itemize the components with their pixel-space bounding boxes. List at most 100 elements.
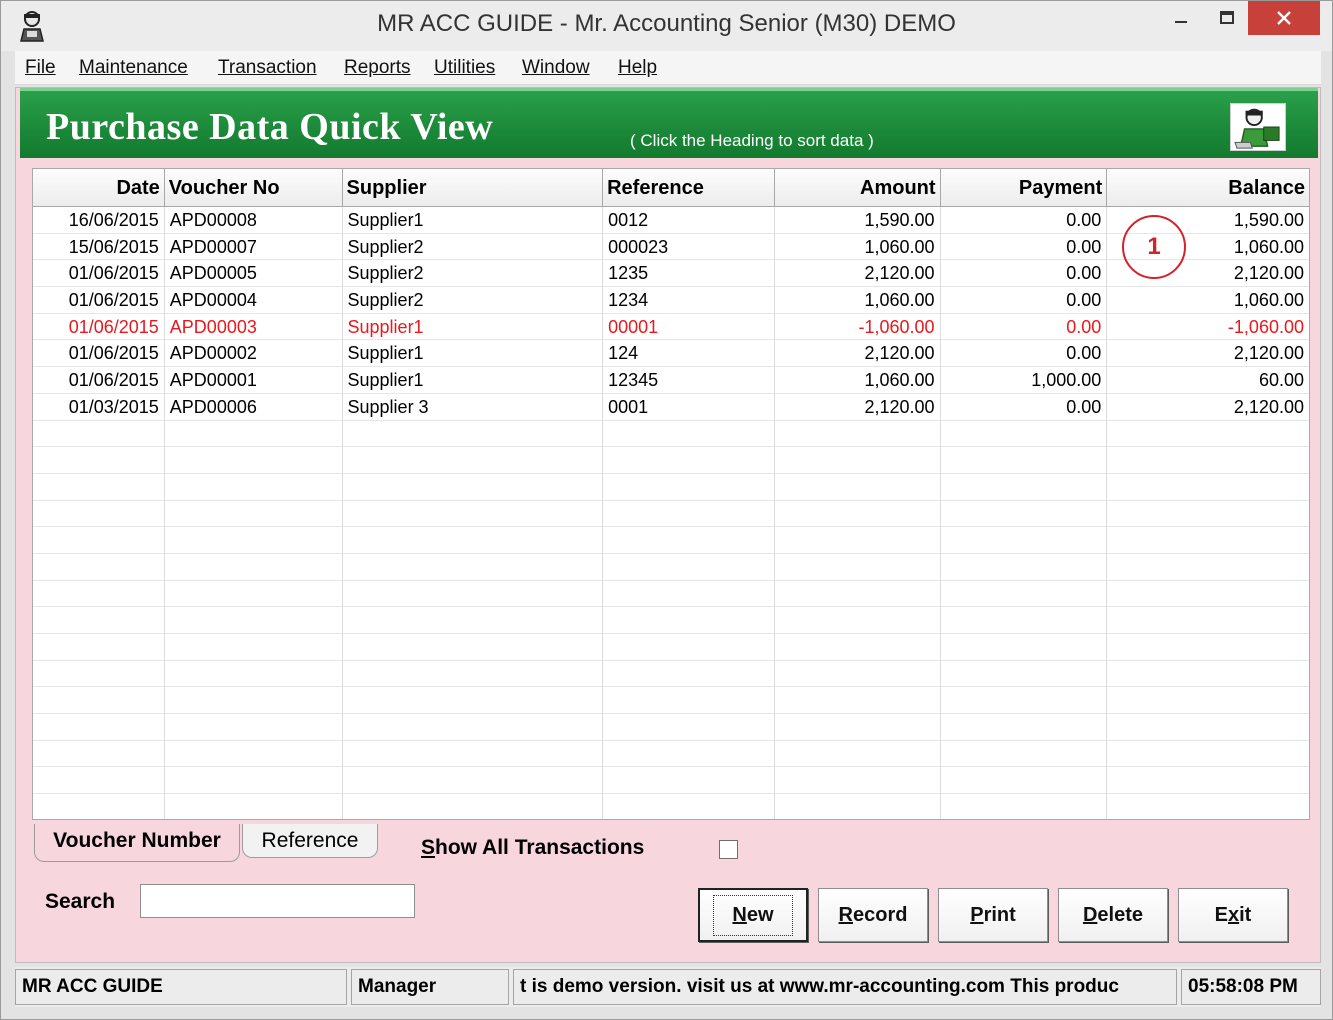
purchase-data-grid: Date Voucher No Supplier Reference Amoun… xyxy=(32,168,1310,820)
empty-cell xyxy=(940,660,1108,688)
new-button[interactable]: New xyxy=(698,888,808,942)
header-supplier[interactable]: Supplier xyxy=(342,169,604,207)
empty-cell xyxy=(603,714,775,741)
header-balance[interactable]: Balance xyxy=(1107,169,1309,207)
empty-cell xyxy=(940,767,1108,795)
tab-voucher-number[interactable]: Voucher Number xyxy=(34,824,240,862)
header-voucher-no[interactable]: Voucher No xyxy=(164,169,343,207)
empty-cell xyxy=(1107,634,1309,661)
exit-text-end: it xyxy=(1239,903,1252,926)
empty-table-row xyxy=(33,660,1309,688)
empty-cell xyxy=(1107,447,1309,474)
cell-date: 01/06/2015 xyxy=(33,313,165,341)
table-row[interactable]: 01/06/2015 APD00005 Supplier2 1235 2,120.00 0… xyxy=(33,260,1309,288)
cell-amount: 2,120.00 xyxy=(774,260,941,288)
cell-reference: 124 xyxy=(603,340,775,368)
empty-cell xyxy=(1107,714,1309,741)
empty-cell xyxy=(603,687,775,715)
record-button[interactable]: Record xyxy=(818,888,928,942)
page-title: Purchase Data Quick View xyxy=(46,106,494,148)
cell-balance: -1,060.00 xyxy=(1107,314,1309,341)
empty-cell xyxy=(603,447,775,474)
table-row[interactable]: 01/06/2015 APD00002 Supplier1 124 2,120.00 0.… xyxy=(33,340,1309,368)
empty-cell xyxy=(342,580,604,608)
menu-help-label: Help xyxy=(618,57,658,78)
empty-cell xyxy=(342,473,604,501)
empty-cell xyxy=(603,500,775,528)
empty-cell xyxy=(33,794,165,819)
empty-cell xyxy=(1107,501,1309,528)
empty-cell xyxy=(603,580,775,608)
menu-utilities-label: Utilities xyxy=(434,57,496,78)
cell-amount: 2,120.00 xyxy=(774,393,941,421)
callout-marker: 1 xyxy=(1122,215,1186,279)
empty-cell xyxy=(1107,421,1309,448)
empty-table-row xyxy=(33,553,1309,581)
table-row[interactable]: 01/06/2015 APD00003 Supplier1 00001 -1,060.0… xyxy=(33,313,1309,341)
empty-cell xyxy=(1107,581,1309,608)
search-input[interactable] xyxy=(140,884,415,918)
empty-cell xyxy=(342,740,604,768)
accountant-logo-icon xyxy=(1230,103,1286,151)
show-all-text: how All Transactions xyxy=(435,836,645,859)
status-bar: MR ACC GUIDE Manager t is demo version. … xyxy=(15,967,1321,1007)
maximize-button[interactable] xyxy=(1204,1,1250,35)
empty-cell xyxy=(164,714,343,741)
empty-table-row xyxy=(33,767,1309,795)
empty-cell xyxy=(940,580,1108,608)
menu-window[interactable]: Window xyxy=(522,57,590,79)
cell-reference: 00001 xyxy=(603,313,775,341)
minimize-button[interactable] xyxy=(1158,1,1204,35)
menu-help[interactable]: Help xyxy=(618,57,657,79)
cell-voucher: APD00003 xyxy=(164,313,343,341)
empty-cell xyxy=(940,634,1108,661)
table-row[interactable]: 01/06/2015 APD00001 Supplier1 12345 1,060.00… xyxy=(33,367,1309,394)
empty-cell xyxy=(33,634,165,661)
print-button[interactable]: Print xyxy=(938,888,1048,942)
empty-table-row xyxy=(33,447,1309,474)
cell-amount: 2,120.00 xyxy=(774,340,941,368)
menu-reports[interactable]: Reports xyxy=(344,57,411,79)
table-row[interactable]: 01/06/2015 APD00004 Supplier2 1234 1,060.00 0… xyxy=(33,287,1309,314)
delete-mnemonic: D xyxy=(1082,903,1098,926)
empty-cell xyxy=(774,607,941,634)
menu-transaction[interactable]: Transaction xyxy=(218,57,317,79)
cell-voucher: APD00002 xyxy=(164,340,343,368)
print-mnemonic: P xyxy=(970,903,984,926)
menu-transaction-label: Transaction xyxy=(218,57,317,78)
header-date[interactable]: Date xyxy=(33,169,165,207)
empty-cell xyxy=(940,607,1108,634)
cell-supplier: Supplier1 xyxy=(342,340,604,368)
empty-cell xyxy=(342,420,604,448)
cell-date: 01/06/2015 xyxy=(33,367,165,394)
exit-button[interactable]: Ex it xyxy=(1178,888,1288,942)
close-button[interactable] xyxy=(1248,1,1320,35)
empty-cell xyxy=(33,420,165,448)
empty-cell xyxy=(164,660,343,688)
menu-file[interactable]: File xyxy=(25,57,56,79)
header-payment[interactable]: Payment xyxy=(940,169,1108,207)
cell-date: 15/06/2015 xyxy=(33,233,165,261)
table-row[interactable]: 16/06/2015 APD00008 Supplier1 0012 1,590.00 0… xyxy=(33,207,1309,234)
table-row[interactable]: 15/06/2015 APD00007 Supplier2 000023 1,060.0… xyxy=(33,233,1309,261)
empty-cell xyxy=(342,634,604,661)
empty-cell xyxy=(1107,741,1309,768)
exit-mnemonic: x xyxy=(1228,903,1240,926)
header-reference[interactable]: Reference xyxy=(603,169,775,207)
header-amount[interactable]: Amount xyxy=(774,169,941,207)
cell-voucher: APD00004 xyxy=(164,287,343,314)
empty-cell xyxy=(774,634,941,661)
grid-header-row: Date Voucher No Supplier Reference Amoun… xyxy=(33,169,1309,207)
cell-payment: 0.00 xyxy=(940,233,1108,261)
table-row[interactable]: 01/03/2015 APD00006 Supplier 3 0001 2,120.00… xyxy=(33,393,1309,421)
empty-cell xyxy=(603,740,775,768)
menu-maintenance[interactable]: Maintenance xyxy=(79,57,188,79)
show-all-transactions-checkbox[interactable] xyxy=(719,840,738,859)
cell-date: 16/06/2015 xyxy=(33,207,165,234)
delete-button[interactable]: Delete xyxy=(1058,888,1168,942)
menu-utilities[interactable]: Utilities xyxy=(434,57,495,79)
status-message: t is demo version. visit us at www.mr-ac… xyxy=(513,969,1177,1005)
tab-reference[interactable]: Reference xyxy=(242,824,378,858)
empty-cell xyxy=(33,660,165,688)
empty-table-row xyxy=(33,634,1309,661)
